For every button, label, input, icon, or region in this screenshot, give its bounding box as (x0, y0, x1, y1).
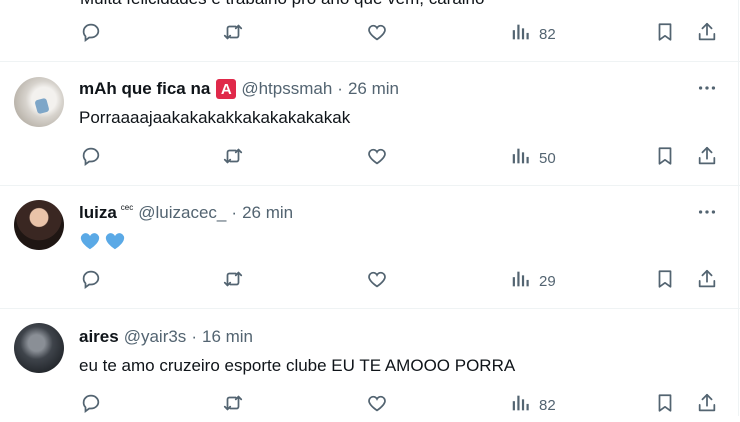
timestamp[interactable]: 16 min (202, 327, 253, 347)
views-count: 82 (539, 25, 556, 43)
retweet-button[interactable] (222, 141, 244, 175)
more-button[interactable] (696, 203, 718, 225)
timestamp[interactable]: 26 min (348, 79, 399, 99)
bookmark-button[interactable] (654, 141, 676, 175)
blue-heart-icon (79, 230, 101, 257)
retweet-icon (222, 392, 244, 419)
like-button[interactable] (366, 17, 388, 51)
display-name[interactable]: aires (79, 327, 119, 347)
heart-icon (366, 21, 388, 48)
handle[interactable]: @htpssmah (241, 79, 332, 99)
bookmark-icon (654, 392, 676, 419)
tweet-header: aires @yair3s · 16 min (79, 327, 253, 347)
reply-icon (80, 21, 102, 48)
views-icon (510, 145, 532, 172)
bookmark-button[interactable] (654, 388, 676, 422)
share-button[interactable] (696, 17, 718, 51)
bookmark-icon (654, 268, 676, 295)
heart-icon (366, 392, 388, 419)
clipped-tweet-text: Muita felicidades e trabalho pro ano que… (80, 0, 484, 9)
handle[interactable]: @luizacec_ (138, 203, 226, 223)
tweet-emoji (79, 230, 126, 257)
tweet-text: Porraaaajaakakakakkakakakakakak (79, 108, 351, 127)
bookmark-icon (654, 21, 676, 48)
share-icon (696, 392, 718, 419)
more-button[interactable] (696, 79, 718, 101)
views-icon (510, 268, 532, 295)
blue-heart-icon (104, 230, 126, 257)
views-button[interactable]: 50 (510, 141, 556, 175)
share-button[interactable] (696, 388, 718, 422)
like-button[interactable] (366, 388, 388, 422)
reply-button[interactable] (80, 141, 102, 175)
like-button[interactable] (366, 141, 388, 175)
views-button[interactable]: 29 (510, 264, 556, 298)
reply-icon (80, 392, 102, 419)
share-icon (696, 268, 718, 295)
retweet-icon (222, 145, 244, 172)
retweet-button[interactable] (222, 264, 244, 298)
display-name[interactable]: mAh que fica na (79, 79, 210, 99)
heart-icon (366, 268, 388, 295)
reply-icon (80, 145, 102, 172)
action-bar: 82 (0, 17, 740, 51)
tweet-header: mAh que fica na A @htpssmah · 26 min (79, 79, 399, 99)
tweet-header: luiza cec @luizacec_ · 26 min (79, 203, 293, 223)
heart-icon (366, 145, 388, 172)
share-icon (696, 21, 718, 48)
action-bar: 29 (0, 264, 740, 298)
tweet[interactable]: luiza cec @luizacec_ · 26 min 29 (0, 186, 740, 308)
retweet-icon (222, 21, 244, 48)
handle[interactable]: @yair3s (124, 327, 187, 347)
display-name[interactable]: luiza (79, 203, 117, 223)
views-count: 82 (539, 396, 556, 414)
bookmark-button[interactable] (654, 17, 676, 51)
views-count: 50 (539, 149, 556, 167)
name-suffix: cec (120, 202, 134, 212)
reply-button[interactable] (80, 388, 102, 422)
separator: · (337, 79, 343, 98)
reply-button[interactable] (80, 264, 102, 298)
avatar[interactable] (14, 77, 64, 127)
like-button[interactable] (366, 264, 388, 298)
bookmark-button[interactable] (654, 264, 676, 298)
views-icon (510, 392, 532, 419)
avatar[interactable] (14, 323, 64, 373)
more-icon (696, 201, 718, 228)
action-bar: 50 (0, 141, 740, 175)
tweet[interactable]: mAh que fica na A @htpssmah · 26 min Por… (0, 62, 740, 184)
reply-button[interactable] (80, 17, 102, 51)
share-button[interactable] (696, 264, 718, 298)
action-bar: 82 (0, 388, 740, 422)
views-button[interactable]: 82 (510, 17, 556, 51)
bookmark-icon (654, 145, 676, 172)
separator: · (231, 203, 238, 222)
retweet-button[interactable] (222, 17, 244, 51)
retweet-icon (222, 268, 244, 295)
views-button[interactable]: 82 (510, 388, 556, 422)
separator: · (191, 327, 197, 346)
timestamp[interactable]: 26 min (242, 203, 293, 223)
share-icon (696, 145, 718, 172)
views-icon (510, 21, 532, 48)
share-button[interactable] (696, 141, 718, 175)
tweet[interactable]: aires @yair3s · 16 min eu te amo cruzeir… (0, 309, 740, 416)
avatar[interactable] (14, 200, 64, 250)
more-icon (696, 77, 718, 104)
reply-icon (80, 268, 102, 295)
retweet-button[interactable] (222, 388, 244, 422)
tweet-text: eu te amo cruzeiro esporte clube EU TE A… (79, 356, 516, 375)
views-count: 29 (539, 272, 556, 290)
badge-icon: A (216, 79, 237, 99)
